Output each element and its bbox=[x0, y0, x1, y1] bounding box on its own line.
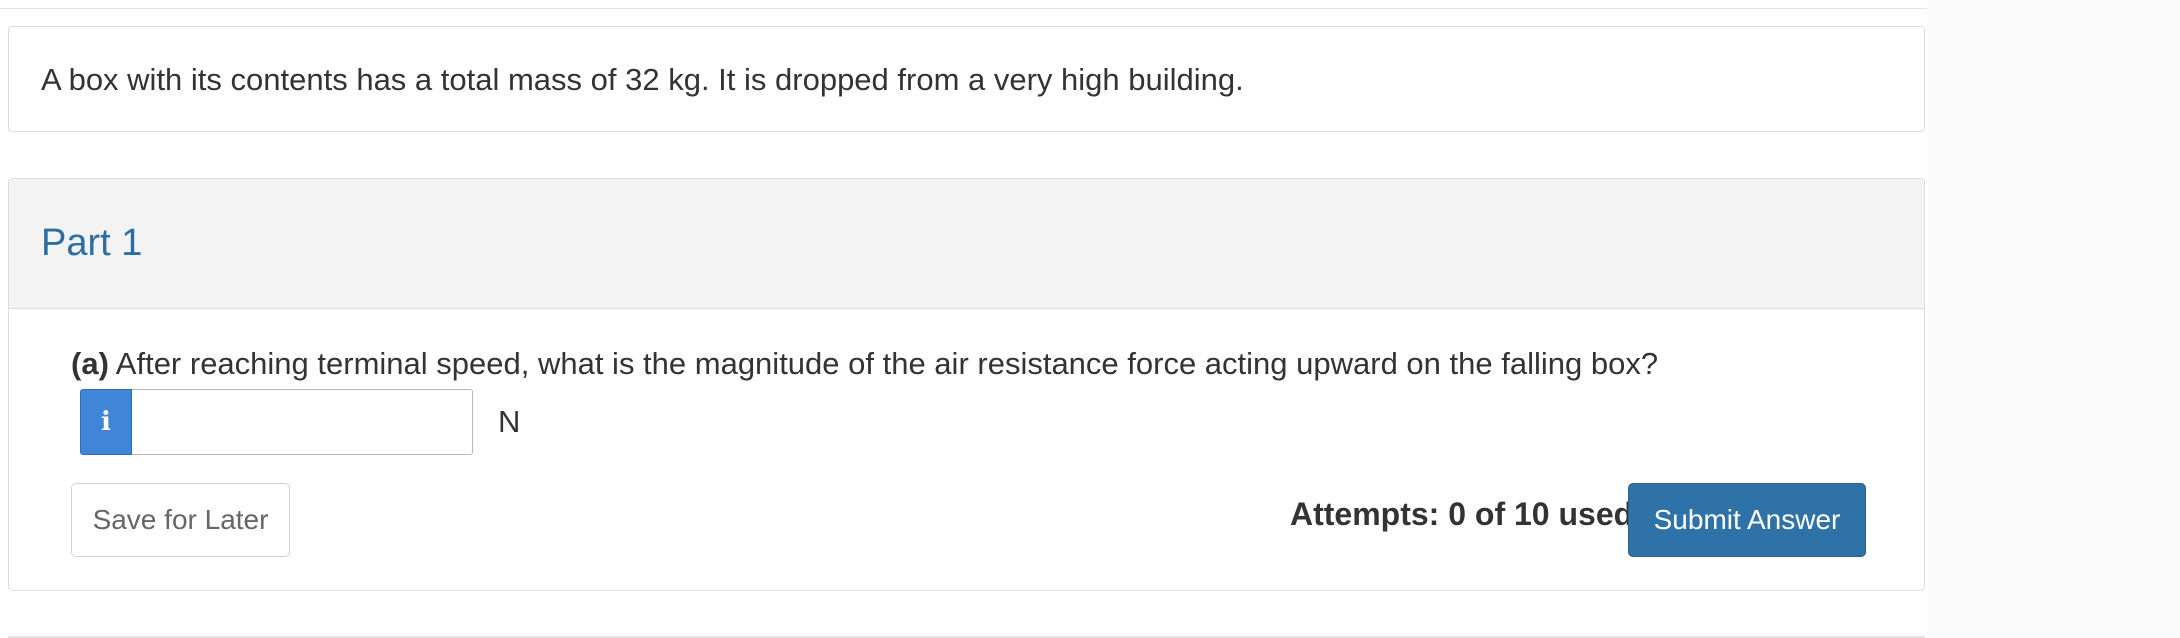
answer-input[interactable] bbox=[132, 389, 473, 455]
page: A box with its contents has a total mass… bbox=[0, 0, 2180, 638]
save-for-later-button[interactable]: Save for Later bbox=[71, 483, 290, 557]
part-header: Part 1 bbox=[9, 179, 1924, 309]
top-divider bbox=[0, 8, 1927, 9]
info-icon[interactable]: i bbox=[80, 389, 132, 455]
submit-answer-button[interactable]: Submit Answer bbox=[1628, 483, 1866, 557]
part-card: Part 1 (a) After reaching terminal speed… bbox=[8, 178, 1925, 591]
problem-stem-text: A box with its contents has a total mass… bbox=[41, 62, 1244, 97]
answer-unit: N bbox=[498, 404, 521, 439]
attempts-counter: Attempts: 0 of 10 used bbox=[1290, 496, 1634, 532]
question-text: (a) After reaching terminal speed, what … bbox=[71, 345, 1658, 382]
right-gutter bbox=[1927, 0, 2180, 638]
part-title: Part 1 bbox=[41, 222, 143, 264]
problem-stem-card: A box with its contents has a total mass… bbox=[8, 26, 1925, 132]
question-body: After reaching terminal speed, what is t… bbox=[108, 346, 1659, 381]
question-label: (a) bbox=[71, 346, 109, 381]
